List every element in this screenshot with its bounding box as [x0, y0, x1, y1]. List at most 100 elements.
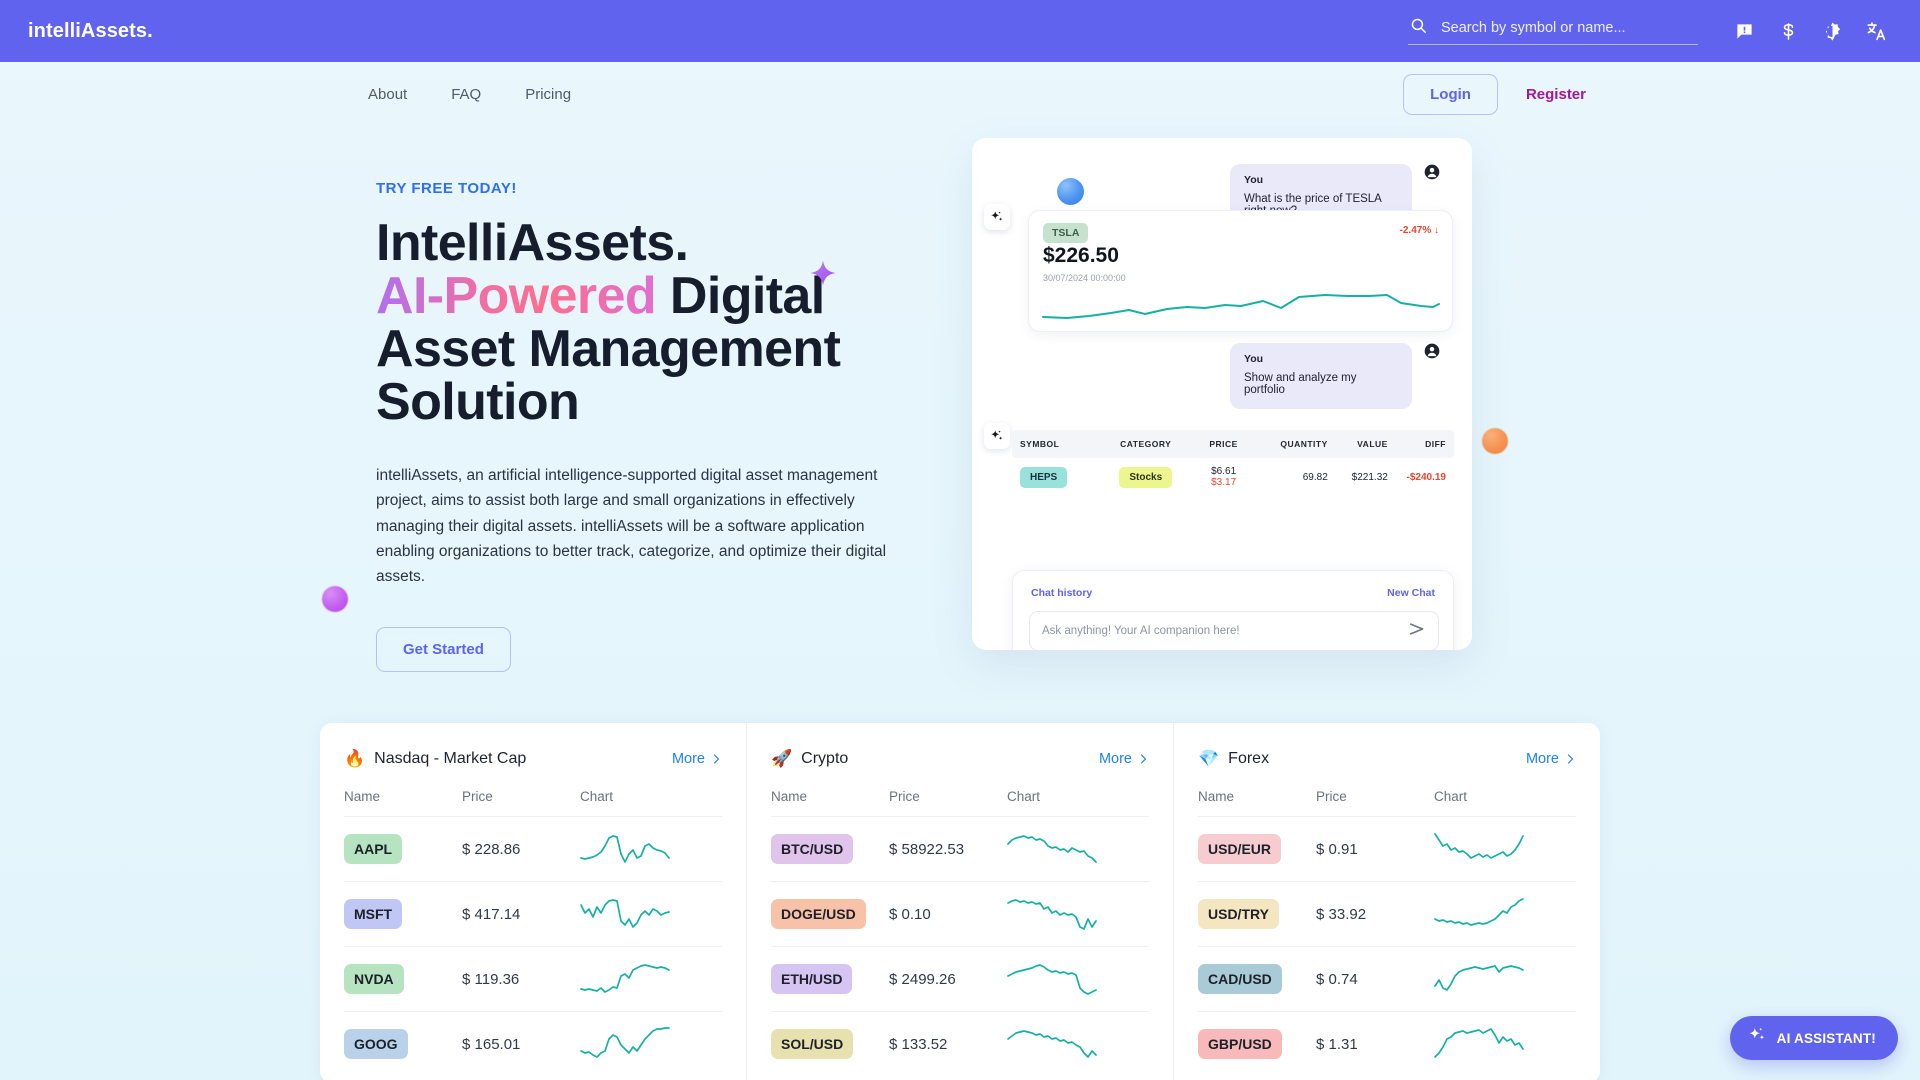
market-card-header: 🚀 Crypto More [771, 741, 1149, 777]
column-header-name: Name [344, 789, 381, 804]
market-overview-panel: 🔥 Nasdaq - Market Cap More Name Price Ch… [320, 723, 1600, 1080]
brand-logo[interactable]: intelliAssets. [28, 20, 153, 43]
chat-bubble-user-2: You Show and analyze my portfolio [1230, 343, 1412, 409]
row-price: $ 1.31 [1316, 1035, 1358, 1053]
ai-assistant-button[interactable]: AI ASSISTANT! [1729, 1016, 1898, 1060]
table-row[interactable]: CAD/USD $ 0.74 [1198, 946, 1576, 1011]
symbol-badge: CAD/USD [1198, 964, 1282, 994]
symbol-badge: ETH/USD [771, 964, 853, 994]
ai-sparkle-icon [984, 423, 1010, 449]
nav-link-pricing[interactable]: Pricing [525, 86, 571, 103]
hero-eyebrow: TRY FREE TODAY! [376, 180, 517, 197]
symbol-badge: DOGE/USD [771, 899, 866, 929]
avatar [1424, 343, 1440, 364]
row-price-sub: $3.17 [1211, 477, 1237, 488]
chat-input-row[interactable] [1029, 611, 1439, 650]
chat-message: Show and analyze my portfolio [1244, 372, 1357, 396]
login-button[interactable]: Login [1403, 74, 1498, 115]
hero-title-line1: IntelliAssets. [376, 214, 689, 272]
market-table-forex: Name Price Chart USD/EUR $ 0.91 USD/TRY … [1198, 789, 1576, 1076]
market-table-crypto: Name Price Chart BTC/USD $ 58922.53 DOGE… [771, 789, 1149, 1076]
market-card-title: Crypto [801, 750, 849, 767]
market-card-header: 🔥 Nasdaq - Market Cap More [344, 741, 722, 777]
chat-history-link[interactable]: Chat history [1031, 587, 1092, 599]
row-sparkline [1434, 833, 1524, 859]
search-input[interactable] [1441, 20, 1694, 36]
send-icon[interactable] [1408, 620, 1426, 643]
sparkle-icon [806, 258, 840, 292]
app-bar: intelliAssets. [0, 0, 1920, 62]
market-table-header: Name Price Chart [1198, 789, 1576, 816]
chat-input[interactable] [1042, 625, 1408, 637]
nav-links: About FAQ Pricing [368, 86, 571, 103]
quote-sparkline [1042, 294, 1440, 319]
portfolio-table: SYMBOL CATEGORY PRICE QUANTITY VALUE DIF… [1012, 430, 1454, 496]
row-sparkline [580, 964, 670, 993]
table-row[interactable]: AAPL $ 228.86 [344, 816, 722, 881]
symbol-badge: USD/EUR [1198, 834, 1282, 864]
table-row[interactable]: USD/EUR $ 0.91 [1198, 816, 1576, 881]
table-row[interactable]: SOL/USD $ 133.52 [771, 1011, 1149, 1076]
table-row[interactable]: DOGE/USD $ 0.10 [771, 881, 1149, 946]
chevron-right-icon [1567, 754, 1574, 764]
register-button[interactable]: Register [1512, 75, 1600, 114]
column-header-chart: Chart [1007, 789, 1041, 804]
page-root: intelliAssets. Search by symbol or name.… [0, 0, 1920, 1080]
product-mockup: You What is the price of TESLA right now… [972, 138, 1472, 650]
symbol-badge: SOL/USD [771, 1029, 854, 1059]
portfolio-table-header: SYMBOL CATEGORY PRICE QUANTITY VALUE DIF… [1012, 430, 1454, 458]
column-header-value: VALUE [1357, 439, 1388, 449]
feedback-icon[interactable] [1722, 9, 1766, 53]
dark-mode-icon[interactable] [1810, 9, 1854, 53]
column-header-category: CATEGORY [1120, 439, 1172, 449]
symbol-badge: GBP/USD [1198, 1029, 1282, 1059]
rocket-icon: 🚀 [771, 749, 793, 768]
row-diff: -$240.19 [1406, 471, 1446, 483]
market-card-nasdaq: 🔥 Nasdaq - Market Cap More Name Price Ch… [320, 723, 746, 1080]
column-header-name: Name [1198, 789, 1235, 804]
chat-panel: Chat history New Chat [1012, 570, 1454, 650]
row-price: $ 0.74 [1316, 970, 1358, 988]
hero-copy: TRY FREE TODAY! IntelliAssets. AI-Powere… [376, 180, 956, 673]
nav-link-faq[interactable]: FAQ [451, 86, 481, 103]
currency-icon[interactable] [1766, 9, 1810, 53]
table-row[interactable]: GBP/USD $ 1.31 [1198, 1011, 1576, 1076]
sparkle-icon [1748, 1026, 1767, 1050]
new-chat-button[interactable]: New Chat [1387, 587, 1435, 599]
table-row[interactable]: MSFT $ 417.14 [344, 881, 722, 946]
more-link-nasdaq[interactable]: More [672, 751, 722, 767]
table-row[interactable]: GOOG $ 165.01 [344, 1011, 722, 1076]
row-price: $ 133.52 [889, 1035, 948, 1053]
market-card-title: Nasdaq - Market Cap [374, 750, 527, 767]
table-row[interactable]: NVDA $ 119.36 [344, 946, 722, 1011]
symbol-badge: NVDA [344, 964, 404, 994]
quote-change: -2.47% ↓ [1399, 225, 1439, 236]
market-table-header: Name Price Chart [344, 789, 722, 816]
get-started-button[interactable]: Get Started [376, 627, 511, 673]
hero-section: TRY FREE TODAY! IntelliAssets. AI-Powere… [0, 150, 1920, 673]
more-link-crypto[interactable]: More [1099, 751, 1149, 767]
more-label: More [671, 751, 705, 767]
decorative-blue-sphere [1057, 178, 1084, 205]
column-header-name: Name [771, 789, 808, 804]
table-row[interactable]: BTC/USD $ 58922.53 [771, 816, 1149, 881]
row-price: $ 228.86 [462, 840, 521, 858]
more-label: More [1098, 751, 1132, 767]
more-link-forex[interactable]: More [1526, 751, 1576, 767]
row-price: $ 119.36 [462, 970, 520, 988]
language-icon[interactable] [1854, 9, 1898, 53]
symbol-badge: AAPL [344, 834, 403, 864]
row-sparkline [1007, 835, 1097, 863]
column-header-price: Price [462, 789, 493, 804]
nav-link-about[interactable]: About [368, 86, 407, 103]
more-label: More [1525, 751, 1559, 767]
row-price: $ 417.14 [462, 905, 521, 923]
symbol-badge: BTC/USD [771, 834, 854, 864]
table-row[interactable]: ETH/USD $ 2499.26 [771, 946, 1149, 1011]
fire-icon: 🔥 [344, 749, 366, 768]
row-price: $ 2499.26 [889, 970, 956, 988]
row-price: $ 0.10 [889, 905, 931, 923]
table-row[interactable]: USD/TRY $ 33.92 [1198, 881, 1576, 946]
market-card-header: 💎 Forex More [1198, 741, 1576, 777]
search-box[interactable] [1408, 17, 1698, 45]
